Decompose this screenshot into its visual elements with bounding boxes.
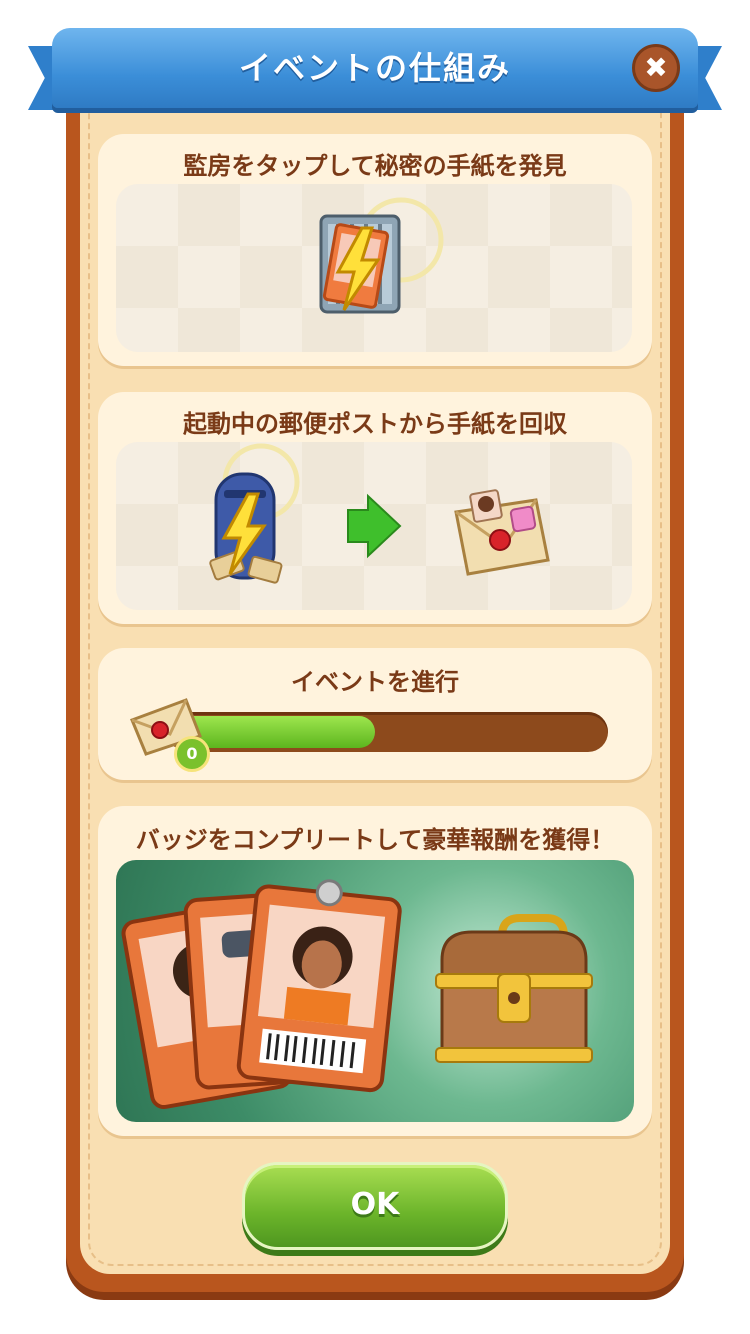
step-2-text: 起動中の郵便ポストから手紙を回収: [183, 410, 567, 438]
letter-icon: [454, 489, 550, 576]
treasure-chest-icon: [435, 914, 593, 1063]
dialog-title: イベントの仕組み: [238, 49, 511, 87]
cell-door-icon: [319, 197, 444, 314]
badge-cards-icon: [121, 879, 402, 1109]
step-1-board: [116, 184, 632, 352]
reward-panel: [116, 860, 634, 1122]
arrow-right-icon: [347, 493, 402, 559]
event-progress-bar: [168, 712, 608, 752]
step-1-text: 監房をタップして秘密の手紙を発見: [183, 152, 567, 180]
close-button[interactable]: ✖: [632, 44, 680, 92]
step-card-2: 起動中の郵便ポストから手紙を回収: [98, 392, 652, 624]
progress-count-badge: 0: [174, 736, 210, 772]
ok-button[interactable]: OK: [242, 1162, 508, 1250]
step-3-text: イベントを進行: [291, 668, 459, 696]
title-ribbon: イベントの仕組み: [52, 28, 698, 108]
step-card-1: 監房をタップして秘密の手紙を発見: [98, 134, 652, 366]
mailbox-icon: [209, 443, 300, 584]
step-4-text: バッジをコンプリートして豪華報酬を獲得！: [135, 826, 615, 854]
step-2-board: [116, 442, 632, 610]
